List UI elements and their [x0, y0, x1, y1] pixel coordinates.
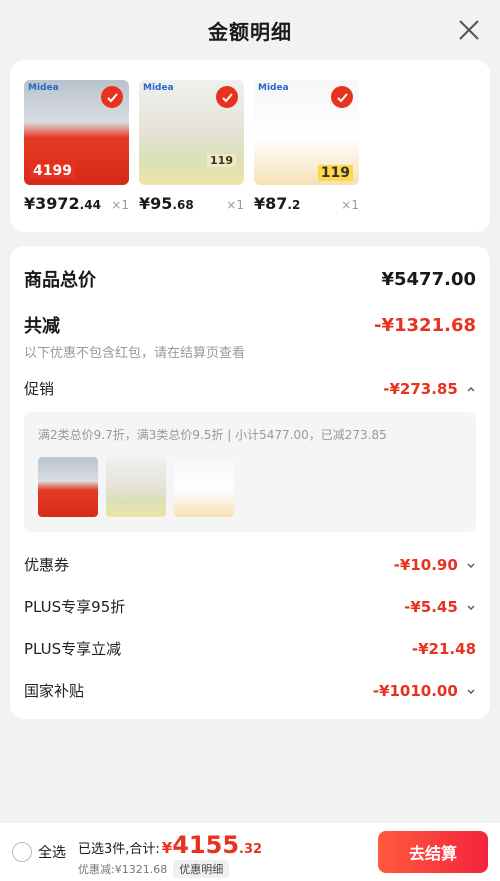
plus-instant-row: PLUS专享立减 -¥21.48	[24, 638, 476, 659]
product-qty: ×1	[226, 198, 244, 212]
chevron-down-icon[interactable]	[466, 602, 476, 612]
chevron-up-icon[interactable]	[466, 384, 476, 394]
product-list: Midea 4199 ¥3972.44 ×1 Midea 119 ¥95.68	[10, 60, 490, 232]
promo-product-thumb	[106, 457, 166, 517]
select-all-label: 全选	[38, 845, 66, 861]
check-icon	[221, 92, 233, 102]
plus95-label: PLUS专享95折	[24, 598, 126, 616]
checkout-button[interactable]: 去结算	[378, 831, 488, 873]
sheet-title: 金额明细	[208, 19, 292, 44]
plus95-row[interactable]: PLUS专享95折 -¥5.45	[24, 596, 476, 617]
promo-product-thumb	[38, 457, 98, 517]
chevron-down-icon[interactable]	[466, 560, 476, 570]
product-qty: ×1	[111, 198, 129, 212]
brand-logo: Midea	[258, 83, 289, 93]
checkout-bar: 全选 已选3件,合计: ¥4155.32 优惠减:¥1321.68 优惠明细 去…	[0, 823, 500, 881]
discount-detail-link[interactable]: 优惠明细	[173, 860, 230, 878]
close-icon	[459, 20, 479, 40]
product-item[interactable]: Midea 4199 ¥3972.44 ×1	[24, 80, 129, 232]
promo-product-thumb	[174, 457, 234, 517]
coupon-row[interactable]: 优惠券 -¥10.90	[24, 554, 476, 575]
product-image[interactable]: Midea 119	[139, 80, 244, 185]
plus-instant-label: PLUS专享立减	[24, 640, 122, 658]
promo-row[interactable]: 促销 -¥273.85	[24, 378, 476, 399]
select-all[interactable]: 全选	[12, 842, 66, 862]
product-price: ¥3972.44	[24, 194, 101, 213]
amount-detail-sheet: 金额明细 Midea 4199 ¥3972.44 ×1 Midea 119 ¥9…	[0, 0, 500, 881]
goods-total-row: 商品总价 ¥5477.00	[24, 266, 476, 292]
total-discount-row: 共减 -¥1321.68	[24, 312, 476, 338]
product-price: ¥87.2	[254, 194, 301, 213]
subsidy-value-wrap: -¥1010.00	[373, 682, 476, 700]
sheet-header: 金额明细	[0, 0, 500, 60]
product-qty: ×1	[341, 198, 359, 212]
product-item[interactable]: Midea 119 ¥95.68 ×1	[139, 80, 244, 232]
product-image[interactable]: Midea 4199	[24, 80, 129, 185]
promo-value-wrap: -¥273.85	[383, 380, 476, 398]
total-line: 已选3件,合计: ¥4155.32	[78, 831, 262, 859]
selected-check[interactable]	[216, 86, 238, 108]
product-price: ¥95.68	[139, 194, 194, 213]
select-all-radio[interactable]	[12, 842, 32, 862]
total-discount-value: -¥1321.68	[374, 314, 476, 336]
chevron-down-icon[interactable]	[466, 686, 476, 696]
promo-detail-box: 满2类总价9.7折，满3类总价9.5折 | 小计5477.00，已减273.85	[24, 412, 476, 532]
product-image[interactable]: Midea 119	[254, 80, 359, 185]
saved-line: 优惠减:¥1321.68 优惠明细	[78, 860, 230, 878]
selected-check[interactable]	[101, 86, 123, 108]
price-tag: 119	[207, 154, 236, 167]
subsidy-row[interactable]: 国家补贴 -¥1010.00	[24, 680, 476, 701]
saved-amount: 优惠减:¥1321.68	[78, 863, 168, 876]
price-tag: 4199	[30, 163, 75, 179]
brand-logo: Midea	[143, 83, 174, 93]
goods-total-value: ¥5477.00	[381, 268, 476, 290]
brand-logo: Midea	[28, 83, 59, 93]
total-discount-label: 共减	[24, 316, 60, 337]
promo-value: -¥273.85	[383, 379, 458, 398]
coupon-value-wrap: -¥10.90	[394, 556, 476, 574]
product-item[interactable]: Midea 119 ¥87.2 ×1	[254, 80, 359, 232]
plus95-value-wrap: -¥5.45	[404, 598, 476, 616]
coupon-value: -¥10.90	[393, 555, 458, 574]
subsidy-label: 国家补贴	[24, 682, 85, 700]
goods-total-label: 商品总价	[24, 270, 96, 291]
price-summary: 商品总价 ¥5477.00 共减 -¥1321.68 以下优惠不包含红包，请在结…	[10, 246, 490, 719]
check-icon	[336, 92, 348, 102]
plus-instant-value: -¥21.48	[411, 639, 476, 658]
check-icon	[106, 92, 118, 102]
coupon-label: 优惠券	[24, 556, 70, 574]
promo-detail-text: 满2类总价9.7折，满3类总价9.5折 | 小计5477.00，已减273.85	[38, 428, 387, 442]
discount-note: 以下优惠不包含红包，请在结算页查看	[24, 346, 246, 361]
selected-count: 已选3件,合计:	[78, 842, 160, 857]
total-amount: ¥4155.32	[161, 831, 263, 859]
promo-label: 促销	[24, 380, 55, 398]
subsidy-value: -¥1010.00	[372, 681, 458, 700]
plus95-value: -¥5.45	[404, 597, 458, 616]
price-tag: 119	[317, 165, 353, 181]
selected-check[interactable]	[331, 86, 353, 108]
close-button[interactable]	[456, 17, 482, 43]
